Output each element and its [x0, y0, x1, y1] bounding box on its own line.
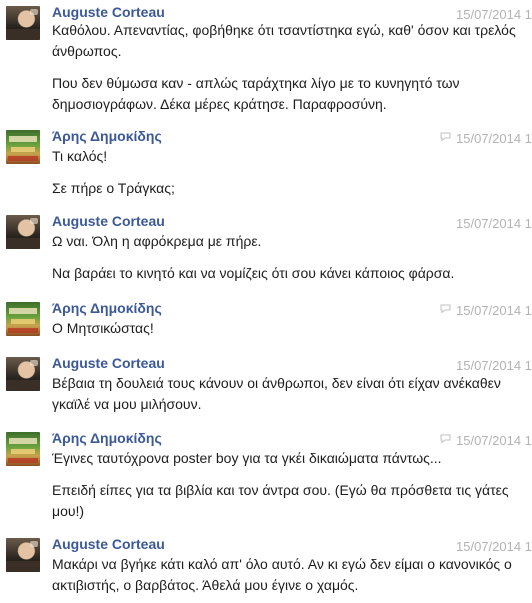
- reply-icon[interactable]: [440, 132, 451, 141]
- reply-icon[interactable]: [440, 304, 451, 313]
- timestamp: 15/07/2014 19: [456, 303, 532, 318]
- auguste-avatar[interactable]: [6, 6, 40, 40]
- message-text: Να βαράει το κινητό και να νομίζεις ότι …: [52, 265, 455, 281]
- auguste-avatar[interactable]: [6, 357, 40, 391]
- timestamp: 15/07/2014 19: [456, 358, 532, 373]
- message-text: Μακάρι να βγήκε κάτι καλό απ' όλο αυτό. …: [52, 556, 512, 593]
- message-text: Τι καλός!: [52, 148, 108, 164]
- message-thread: Auguste Corteau 15/07/2014 19 Καθόλου. Α…: [0, 0, 532, 603]
- author-name[interactable]: Auguste Corteau: [52, 4, 165, 20]
- message-text: Που δεν θύμωσα καν - απλώς ταράχτηκα λίγ…: [52, 75, 460, 112]
- author-name[interactable]: Άρης Δημοκίδης: [52, 430, 162, 446]
- message-text: Ω ναι. Όλη η αφρόκρεμα με πήρε.: [52, 233, 262, 249]
- timestamp: 15/07/2014 19: [456, 539, 532, 554]
- timestamp: 15/07/2014 19: [456, 131, 532, 146]
- aris-avatar[interactable]: [6, 432, 40, 466]
- message-text: Έγινες ταυτόχρονα poster boy για τα γκέι…: [52, 450, 442, 466]
- auguste-avatar[interactable]: [6, 215, 40, 249]
- author-name[interactable]: Άρης Δημοκίδης: [52, 128, 162, 144]
- reply-icon[interactable]: [440, 434, 451, 443]
- author-name[interactable]: Auguste Corteau: [52, 355, 165, 371]
- message-text: Καθόλου. Απεναντίας, φοβήθηκε ότι τσαντί…: [52, 22, 516, 59]
- author-name[interactable]: Auguste Corteau: [52, 536, 165, 552]
- aris-avatar[interactable]: [6, 302, 40, 336]
- author-name[interactable]: Auguste Corteau: [52, 213, 165, 229]
- author-name[interactable]: Άρης Δημοκίδης: [52, 300, 162, 316]
- timestamp: 15/07/2014 19: [456, 433, 532, 448]
- auguste-avatar[interactable]: [6, 538, 40, 572]
- timestamp: 15/07/2014 19: [456, 216, 532, 231]
- message-text: Σε πήρε ο Τράγκας;: [52, 180, 175, 196]
- message-text: Βέβαια τη δουλειά τους κάνουν οι άνθρωπο…: [52, 375, 501, 412]
- message-text: Ο Μητσικώστας!: [52, 320, 154, 336]
- aris-avatar[interactable]: [6, 130, 40, 164]
- message-text: Επειδή είπες για τα βιβλία και τον άντρα…: [52, 482, 509, 519]
